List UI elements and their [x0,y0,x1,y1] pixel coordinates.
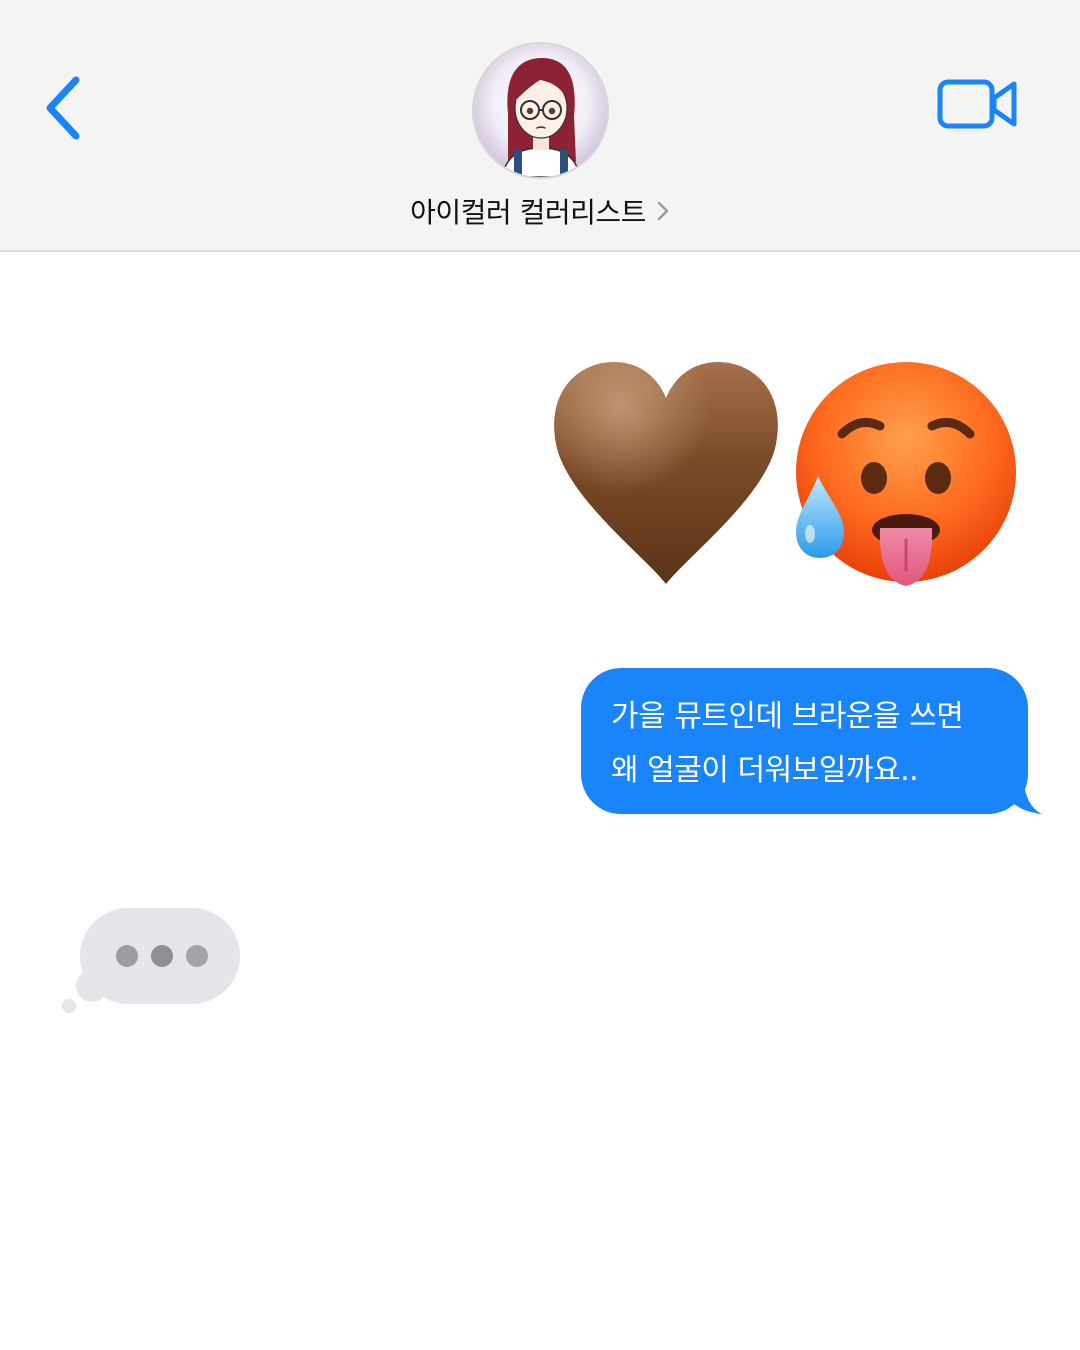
outgoing-text-message[interactable]: 가을 뮤트인데 브라운을 쓰면 왜 얼굴이 더워보일까요.. [581,668,1028,814]
contact-avatar[interactable] [472,42,609,179]
video-call-button[interactable] [936,74,1020,134]
back-button[interactable] [40,70,90,146]
contact-details-button[interactable]: 아이컬러 컬러리스트 [0,188,1080,234]
message-line: 가을 뮤트인데 브라운을 쓰면 [611,699,964,734]
chevron-right-icon [657,201,669,221]
hot-face-icon [796,362,1016,586]
typing-dot [186,945,208,967]
typing-dot [151,945,173,967]
typing-bubble-tail-small [62,999,76,1013]
typing-dot [116,945,138,967]
conversation-header: 아이컬러 컬러리스트 [0,0,1080,252]
chevron-left-icon [46,76,80,140]
video-camera-icon [937,79,1017,129]
message-line: 왜 얼굴이 더워보일까요.. [611,753,919,788]
messages-screen: 아이컬러 컬러리스트 가을 뮤트인데 브라운을 쓰면 왜 얼굴이 더워보일까요.… [0,0,1080,1350]
typing-indicator [62,908,240,1013]
outgoing-emoji-message[interactable] [548,356,1028,596]
contact-name: 아이컬러 컬러리스트 [410,196,646,229]
brown-heart-icon [554,362,778,584]
